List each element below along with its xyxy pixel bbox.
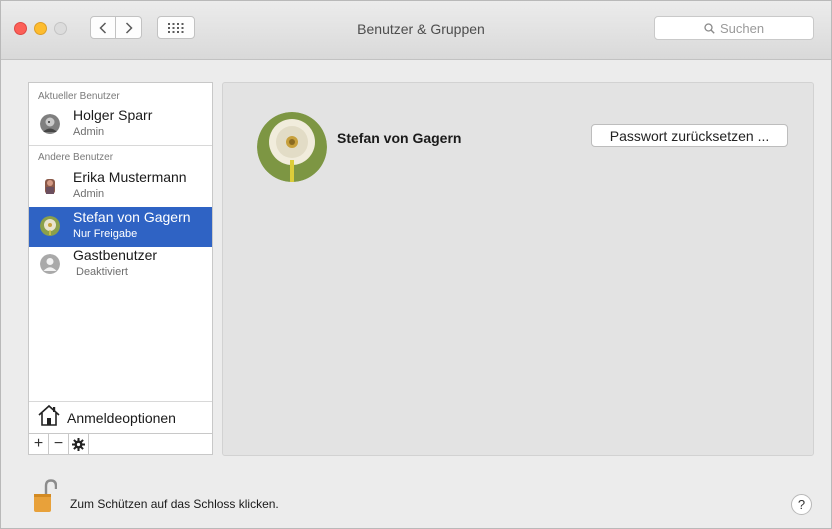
- search-field[interactable]: Suchen: [654, 16, 814, 40]
- user-picture[interactable]: [257, 112, 327, 182]
- user-list: Aktueller Benutzer Holger Sparr Admin An…: [28, 82, 213, 434]
- avatar: [40, 114, 60, 134]
- user-name: Stefan von Gagern: [73, 209, 191, 225]
- user-role: Deaktiviert: [76, 266, 128, 278]
- house-icon: [37, 403, 61, 432]
- remove-user-button[interactable]: −: [49, 434, 69, 454]
- user-row-stefan-von-gagern[interactable]: Stefan von Gagern Nur Freigabe: [29, 207, 212, 247]
- user-row-holger-sparr[interactable]: Holger Sparr Admin: [29, 105, 212, 145]
- avatar: [40, 176, 60, 196]
- user-row-erika-mustermann[interactable]: Erika Mustermann Admin: [29, 167, 212, 207]
- login-options-item[interactable]: Anmeldeoptionen: [29, 402, 212, 435]
- search-placeholder: Suchen: [719, 20, 765, 36]
- divider: [29, 145, 212, 146]
- user-full-name: Stefan von Gagern: [337, 130, 462, 146]
- gear-icon: [72, 437, 85, 451]
- user-name: Erika Mustermann: [73, 169, 187, 185]
- user-row-gastbenutzer[interactable]: Gastbenutzer Deaktiviert: [29, 245, 212, 285]
- avatar: [40, 216, 60, 236]
- add-user-button[interactable]: +: [29, 434, 49, 454]
- user-name: Holger Sparr: [73, 107, 153, 123]
- lock-hint: Zum Schützen auf das Schloss klicken.: [70, 497, 279, 511]
- user-role: Nur Freigabe: [73, 228, 138, 240]
- user-detail-pane: Stefan von Gagern Passwort zurücksetzen …: [222, 82, 814, 456]
- lock-icon[interactable]: [33, 479, 58, 518]
- section-label-current: Aktueller Benutzer: [38, 91, 120, 102]
- preferences-window: Benutzer & Gruppen Suchen Aktueller Benu…: [0, 0, 832, 529]
- help-button[interactable]: ?: [791, 494, 812, 515]
- user-name: Gastbenutzer: [73, 247, 158, 263]
- avatar: [40, 254, 60, 274]
- user-role: Admin: [73, 126, 105, 138]
- search-icon: [704, 22, 715, 34]
- action-menu-button[interactable]: [69, 434, 89, 454]
- login-options-label: Anmeldeoptionen: [67, 410, 176, 426]
- reset-password-button[interactable]: Passwort zurücksetzen ...: [591, 124, 788, 147]
- section-label-other: Andere Benutzer: [38, 152, 114, 163]
- title-bar: Benutzer & Gruppen Suchen: [1, 1, 831, 60]
- user-role: Admin: [73, 188, 105, 200]
- user-list-toolbar: + −: [28, 434, 213, 455]
